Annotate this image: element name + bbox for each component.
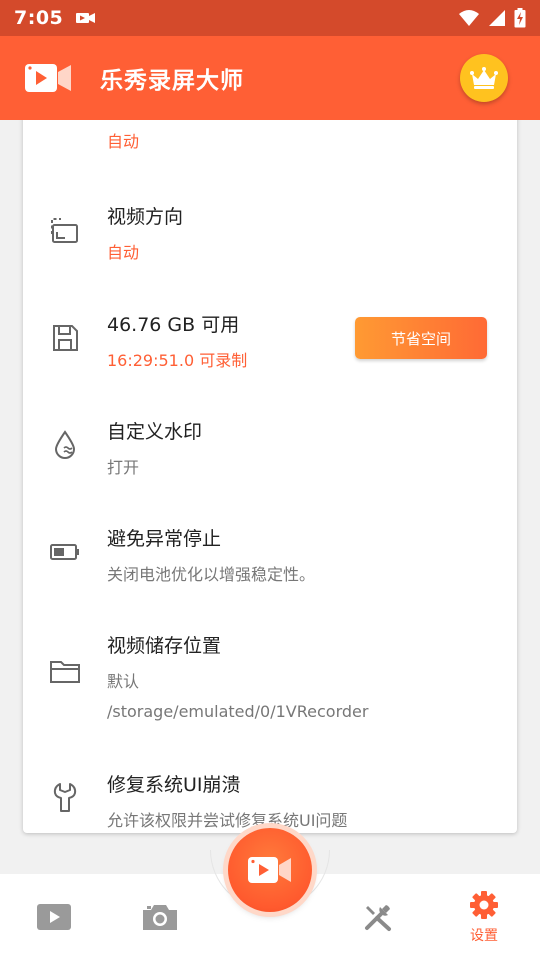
battery-icon <box>50 544 79 560</box>
settings-row-partial[interactable]: 自动 <box>23 120 517 151</box>
nav-tools[interactable] <box>346 874 410 960</box>
prevent-stop-value: 关闭电池优化以增强稳定性。 <box>107 565 316 584</box>
settings-row-storage-location[interactable]: 视频储存位置 默认 /storage/emulated/0/1VRecorder <box>23 599 517 729</box>
nav-settings[interactable]: 设置 <box>452 874 516 960</box>
save-floppy-icon <box>53 325 78 351</box>
settings-row-prevent-stop[interactable]: 避免异常停止 关闭电池优化以增强稳定性。 <box>23 492 517 597</box>
water-drop-icon <box>54 430 76 459</box>
prevent-stop-title: 避免异常停止 <box>107 528 222 550</box>
signal-icon <box>489 10 505 26</box>
app-logo-icon <box>25 64 71 92</box>
status-bar: 7:05 <box>0 0 540 36</box>
nav-screenshots[interactable] <box>128 874 192 960</box>
video-play-icon <box>37 904 71 930</box>
fix-ui-crash-value: 允许该权限并尝试修复系统UI问题 <box>107 811 348 830</box>
settings-row-fix-ui-crash[interactable]: 修复系统UI崩溃 允许该权限并尝试修复系统UI问题 <box>23 740 517 830</box>
nav-settings-label: 设置 <box>470 928 498 944</box>
vip-crown-button[interactable] <box>460 54 508 102</box>
status-time: 7:05 <box>14 7 64 29</box>
nav-videos[interactable] <box>22 874 86 960</box>
record-fab-button[interactable] <box>228 828 312 912</box>
settings-row-storage: 46.76 GB 可用 16:29:51.0 可录制 节省空间 <box>23 278 517 383</box>
camera-icon <box>143 905 177 930</box>
settings-row-watermark[interactable]: 自定义水印 打开 <box>23 385 517 490</box>
recordable-time-value: 16:29:51.0 可录制 <box>107 351 248 370</box>
app-title: 乐秀录屏大师 <box>100 68 244 94</box>
folder-icon <box>50 661 80 683</box>
settings-card: 自动 视频方向 自动 46.76 GB 可用 16:29:51.0 可录制 节省… <box>23 120 517 833</box>
video-orientation-value: 自动 <box>107 243 140 262</box>
settings-scroll-area[interactable]: 自动 视频方向 自动 46.76 GB 可用 16:29:51.0 可录制 节省… <box>0 120 540 872</box>
app-bar: 乐秀录屏大师 <box>0 36 540 120</box>
tools-icon <box>365 905 391 931</box>
screen-rotation-icon <box>51 218 78 243</box>
wifi-icon <box>459 10 479 26</box>
partial-row-value: 自动 <box>107 132 140 151</box>
settings-row-video-orientation[interactable]: 视频方向 自动 <box>23 170 517 275</box>
record-camera-icon <box>248 857 291 883</box>
storage-available-title: 46.76 GB 可用 <box>107 314 240 336</box>
save-space-button[interactable]: 节省空间 <box>355 317 487 359</box>
crown-icon <box>470 67 498 89</box>
watermark-title: 自定义水印 <box>107 421 203 443</box>
gear-icon <box>470 891 498 919</box>
wrench-icon <box>53 783 77 812</box>
video-orientation-title: 视频方向 <box>107 206 184 228</box>
fix-ui-crash-title: 修复系统UI崩溃 <box>107 774 241 796</box>
storage-location-value: 默认 <box>107 672 140 691</box>
storage-location-title: 视频储存位置 <box>107 635 222 657</box>
watermark-value: 打开 <box>107 458 140 477</box>
storage-location-path: /storage/emulated/0/1VRecorder <box>107 702 369 721</box>
video-camera-notification-icon <box>76 13 96 23</box>
battery-charging-icon <box>514 8 526 28</box>
